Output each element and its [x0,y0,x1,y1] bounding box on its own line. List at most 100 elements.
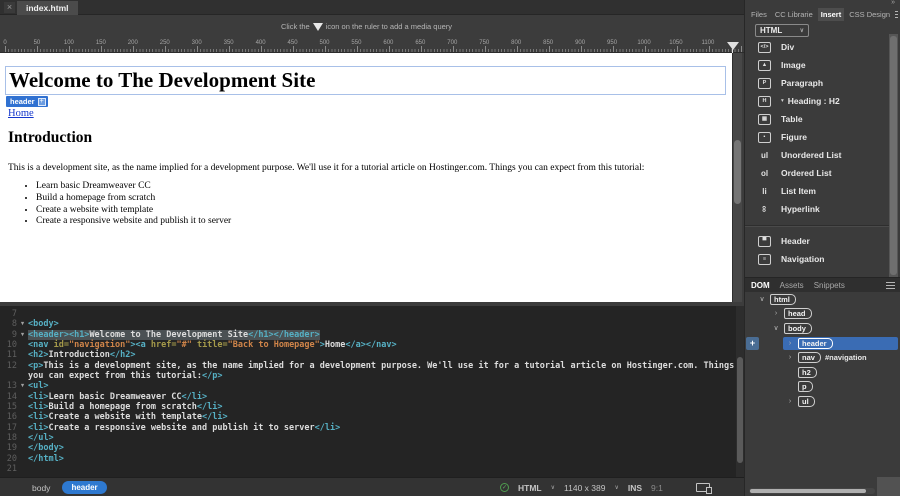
code-line[interactable]: 20</html> [0,454,736,464]
insert-item-table[interactable]: ▦Table [745,110,889,128]
tag-badge-add-icon[interactable]: + [38,98,46,106]
dom-node-header[interactable]: › header [745,336,900,351]
dom-horizontal-scrollbar[interactable] [749,488,875,494]
design-list[interactable]: Learn basic Dreamweaver CCBuild a homepa… [20,181,231,228]
code-fold-icon[interactable]: ▼ [17,319,28,329]
dom-expand-icon[interactable]: › [772,310,780,317]
document-tab[interactable]: index.html [17,1,78,15]
tag-selector-header[interactable]: header [62,481,106,494]
list-item[interactable]: Learn basic Dreamweaver CC [36,181,231,193]
code-line[interactable]: 14<li>Learn basic Dreamweaver CC</li> [0,392,736,402]
code-line[interactable]: 17<li>Create a responsive website and pu… [0,423,736,433]
dom-node-body[interactable]: ∨ body [745,321,900,336]
code-line[interactable]: 16<li>Create a website with template</li… [0,412,736,422]
close-document-icon[interactable]: × [4,2,15,13]
insert-item-list-item[interactable]: liList Item [745,182,889,200]
dom-tag-pill[interactable]: header [798,338,833,349]
collapse-panel-icon[interactable]: » [891,0,895,6]
code-line[interactable]: 8▼<body> [0,319,736,329]
panel-tab-insert[interactable]: Insert [818,8,844,21]
dom-expand-icon[interactable]: › [786,398,794,405]
code-scrollbar[interactable] [736,306,744,477]
insert-scrollbar[interactable] [889,34,898,277]
page-h2[interactable]: Introduction [8,129,92,147]
code-line[interactable]: 18</ul> [0,433,736,443]
insert-item-div[interactable]: </>Div [745,38,889,56]
insert-item-hyperlink[interactable]: ∞Hyperlink [745,200,889,218]
device-preview-icon[interactable] [696,483,710,492]
list-item[interactable]: Create a responsive website and publish … [36,216,231,228]
code-line[interactable]: 7 [0,309,736,319]
element-tag-badge[interactable]: header + [6,96,48,107]
dom-tag-pill[interactable]: head [784,308,812,319]
insert-item-ordered-list[interactable]: olOrdered List [745,164,889,182]
insert-item-figure[interactable]: ▪Figure [745,128,889,146]
list-item[interactable]: Create a website with template [36,205,231,217]
panel-tab-css-design[interactable]: CSS Design [846,8,893,21]
dom-scrollbar-thumb[interactable] [750,489,866,493]
dom-tab-assets[interactable]: Assets [780,281,804,290]
doc-type-caret-icon[interactable]: ∨ [551,484,555,491]
code-line[interactable]: 19</body> [0,443,736,453]
dom-tab-snippets[interactable]: Snippets [814,281,845,290]
code-line[interactable]: 15<li>Build a homepage from scratch</li> [0,402,736,412]
insert-scrollbar-thumb[interactable] [890,36,897,275]
dom-panel-menu-icon[interactable] [886,282,895,289]
media-query-marker-icon[interactable] [727,42,739,50]
code-scrollbar-thumb[interactable] [737,357,743,463]
dom-expand-icon[interactable]: › [786,340,794,347]
page-paragraph[interactable]: This is a development site, as the name … [8,163,730,173]
panel-tab-files[interactable]: Files [748,8,770,21]
dom-node-ul[interactable]: › ul [745,394,900,409]
insert-item-unordered-list[interactable]: ulUnordered List [745,146,889,164]
code-line[interactable]: 11<h2>Introduction</h2> [0,350,736,360]
panel-tab-cc-librarie[interactable]: CC Librarie [772,8,816,21]
dom-tag-pill[interactable]: p [798,381,813,392]
insert-item-label: Header [781,236,810,246]
dom-node-nav[interactable]: ›nav#navigation [745,350,900,365]
code-line[interactable]: 10<nav id="navigation"><a href="#" title… [0,340,736,350]
home-link[interactable]: Home [8,108,34,119]
insert-item-navigation[interactable]: ≡Navigation [745,250,889,268]
insert-item-paragraph[interactable]: PParagraph [745,74,889,92]
code-line[interactable]: 13▼<ul> [0,381,736,391]
dom-expand-icon[interactable]: ∨ [772,324,780,332]
dom-node-p[interactable]: p [745,380,900,395]
code-line[interactable]: 12<p>This is a development site, as the … [0,361,736,371]
dom-node-head[interactable]: › head [745,307,900,322]
dom-tag-pill[interactable]: nav [798,352,821,363]
viewport-size[interactable]: 1140 x 389 [564,483,605,493]
dom-expand-icon[interactable]: › [786,354,794,361]
code-fold-icon[interactable]: ▼ [17,330,28,340]
design-scrollbar-thumb[interactable] [734,140,741,204]
tag-selector-body[interactable]: body [32,483,50,493]
page-h1[interactable]: Welcome to The Development Site [9,68,315,93]
horizontal-ruler[interactable]: 0501001502002503003504004505005506006507… [0,40,744,53]
design-scrollbar[interactable] [732,53,742,302]
code-token: Learn basic Dreamweaver CC [48,392,181,402]
dom-add-element-button[interactable]: + [746,337,759,350]
code-fold-icon[interactable]: ▼ [17,381,28,391]
dom-tag-pill[interactable]: h2 [798,367,817,378]
dom-tag-pill[interactable]: body [784,323,812,334]
doc-type-label[interactable]: HTML [518,483,542,493]
dom-tag-pill[interactable]: ul [798,396,815,407]
dom-expand-icon[interactable]: ∨ [758,295,766,303]
insert-item-heading[interactable]: H▾Heading : H2 [745,92,889,110]
dom-tab-dom[interactable]: DOM [751,281,770,290]
design-view[interactable]: Welcome to The Development Site header +… [0,53,732,302]
insert-category-dropdown[interactable]: HTML ∨ [755,24,809,37]
code-view[interactable]: 78▼<body>9▼<header><h1>Welcome to The De… [0,306,736,477]
code-line[interactable]: 9▼<header><h1>Welcome to The Development… [0,330,736,340]
viewport-size-caret-icon[interactable]: ∨ [614,484,618,491]
heading-dropdown-caret-icon[interactable]: ▾ [781,98,784,104]
panel-menu-icon[interactable] [895,11,898,18]
code-line[interactable]: you can expect from this tutorial:</p> [0,371,736,381]
dom-node-html[interactable]: ∨ html [745,292,900,307]
insert-item-image[interactable]: ▲Image [745,56,889,74]
list-item[interactable]: Build a homepage from scratch [36,193,231,205]
insert-item-header[interactable]: ▀Header [745,232,889,250]
code-line[interactable]: 21 [0,464,736,474]
dom-tag-pill[interactable]: html [770,294,796,305]
dom-node-h2[interactable]: h2 [745,365,900,380]
